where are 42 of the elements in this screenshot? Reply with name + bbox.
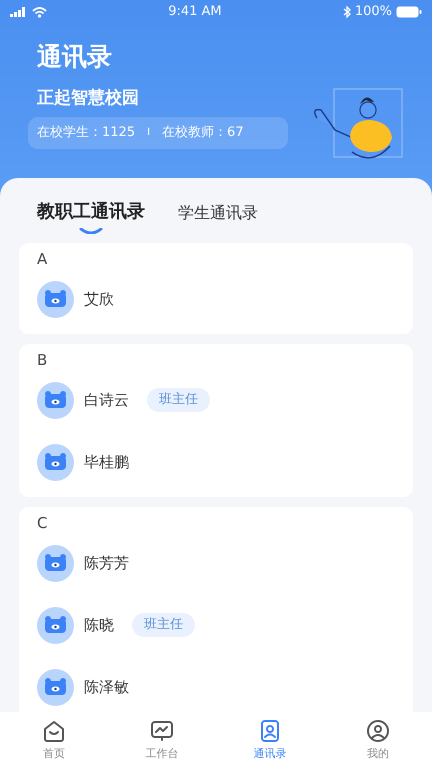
stat-divider: I <box>147 126 150 140</box>
status-time: 9:41 AM <box>168 3 222 22</box>
contact-name: 毕桂鹏 <box>84 452 129 473</box>
user-icon <box>365 718 391 744</box>
page-title: 通讯录 <box>37 41 113 73</box>
contact-name: 艾欣 <box>84 288 114 310</box>
group-letter: A <box>37 249 48 268</box>
tab-indicator-icon <box>79 228 103 234</box>
contact-row[interactable]: 陈泽敏 <box>37 656 413 712</box>
nav-tab[interactable]: 首页 <box>0 712 108 768</box>
school-name: 正起智慧校园 <box>37 87 140 110</box>
stat-label: 在校学生：1125 <box>37 124 136 142</box>
group-letter: C <box>37 513 48 532</box>
contact-row[interactable]: 艾欣 <box>37 268 413 330</box>
bear-avatar-icon <box>37 668 74 706</box>
battery-percent: 100% <box>354 3 392 22</box>
tab[interactable]: 教职工通讯录 <box>37 198 145 231</box>
contact-name: 白诗云 <box>84 390 129 411</box>
role-tag: 班主任 <box>132 613 195 637</box>
nav-tab[interactable]: 工作台 <box>108 712 216 768</box>
contact-name: 陈芳芳 <box>84 552 129 574</box>
stat-label: 在校教师：67 <box>162 124 244 142</box>
tab[interactable]: 学生通讯录 <box>178 201 258 231</box>
bear-avatar-icon <box>37 544 74 582</box>
bluetooth-icon <box>342 6 351 18</box>
contact-row[interactable]: 陈芳芳 <box>37 532 413 594</box>
battery-icon <box>396 6 422 18</box>
bear-avatar-icon <box>37 606 74 644</box>
wifi-icon <box>32 6 47 18</box>
contact-name: 陈晓 <box>84 614 114 636</box>
contact-row[interactable]: 白诗云 班主任 <box>37 369 413 431</box>
nav-tab[interactable]: 我的 <box>324 712 432 768</box>
contact-row[interactable]: 陈晓 班主任 <box>37 594 413 656</box>
group-letter: B <box>37 350 48 369</box>
bear-avatar-icon <box>37 444 74 480</box>
nav-tab[interactable]: 通讯录 <box>216 712 324 768</box>
bear-avatar-icon <box>37 382 74 418</box>
role-tag: 班主任 <box>147 388 210 412</box>
contact-row[interactable]: 毕桂鹏 <box>37 431 413 493</box>
signal-icon <box>10 7 28 17</box>
bear-avatar-icon <box>37 280 74 318</box>
contact-name: 陈泽敏 <box>84 676 129 698</box>
